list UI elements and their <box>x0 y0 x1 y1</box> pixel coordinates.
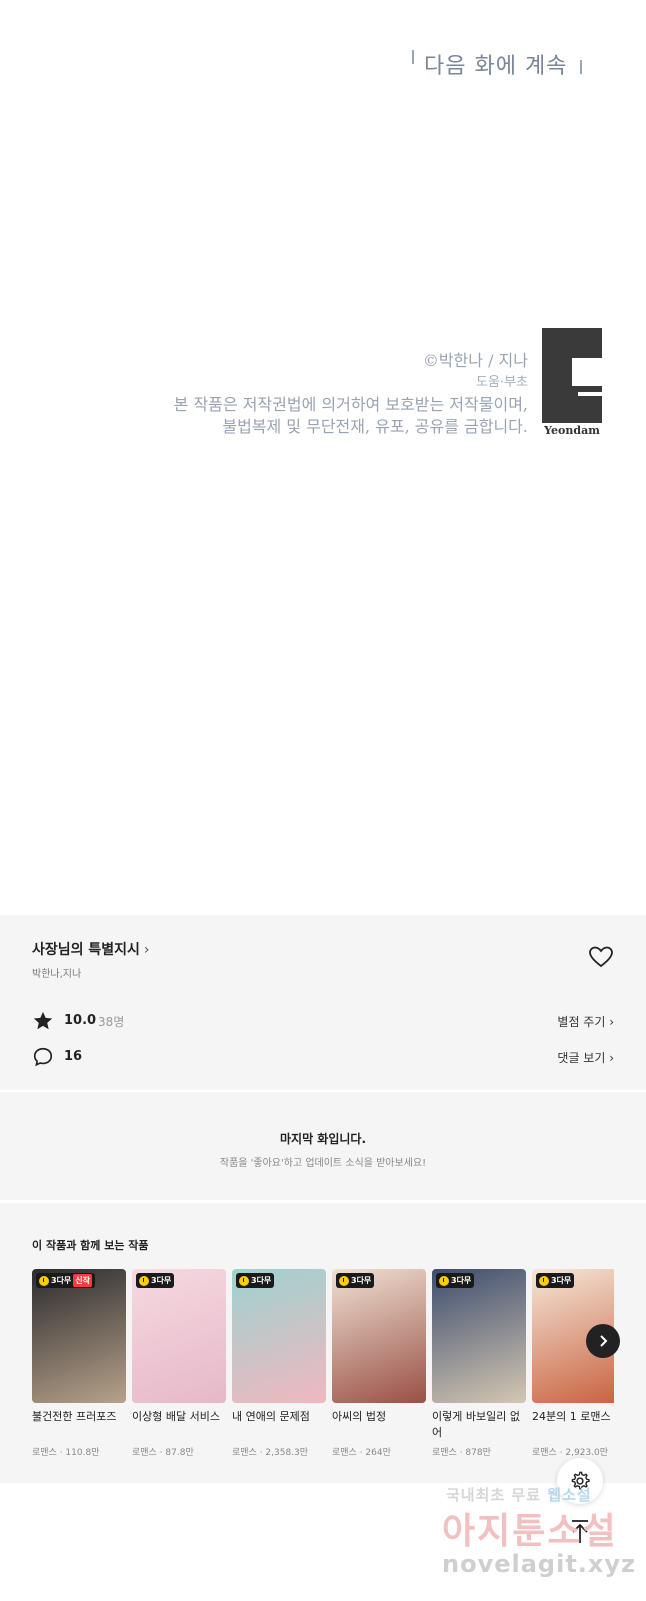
last-episode-notice: 마지막 화입니다. 작품을 '좋아요'하고 업데이트 소식을 받아보세요! <box>0 1092 646 1200</box>
comment-count: 16 <box>64 1049 83 1064</box>
notice-line-2: 불법복제 및 무단전재, 유포, 공유를 금합니다. <box>222 417 528 436</box>
chevron-right-icon <box>600 1335 608 1347</box>
card-title: 24분의 1 로맨스 <box>532 1410 611 1423</box>
free-badge: 3다무 <box>536 1273 575 1288</box>
next-episode-text: 다음 화에 계속 <box>424 54 568 79</box>
watermark-line-3: novelagit.xyz <box>442 1550 637 1578</box>
rating-row: 10.0 38명 별점 주기 › <box>32 1010 614 1034</box>
card-meta: 로맨스 · 110.8만 <box>32 1448 100 1458</box>
work-title-link[interactable]: 사장님의 특별지시 › <box>32 939 150 959</box>
card-thumbnail[interactable]: 3다무 신작 <box>32 1269 126 1403</box>
clock-icon <box>39 1275 49 1286</box>
clock-icon <box>239 1275 249 1286</box>
badge-text: 3다무 <box>51 1276 72 1285</box>
last-episode-title: 마지막 화입니다. <box>279 1132 367 1146</box>
carousel-next-button[interactable] <box>586 1324 620 1358</box>
card-title: 이상형 배달 서비스 <box>132 1410 220 1423</box>
free-badge: 3다무 <box>436 1273 475 1288</box>
free-badge: 3다무 <box>336 1273 375 1288</box>
card-thumbnail[interactable]: 3다무 <box>432 1269 526 1403</box>
card-thumbnail[interactable]: 3다무 <box>132 1269 226 1403</box>
last-episode-subtitle: 작품을 '좋아요'하고 업데이트 소식을 받아보세요! <box>219 1158 427 1169</box>
card-title: 아씨의 법정 <box>332 1410 387 1423</box>
caption-bar-right <box>580 60 582 74</box>
assist-line: 도움·부초 <box>476 375 528 390</box>
heart-icon[interactable] <box>588 945 614 969</box>
work-author: 박한나,지나 <box>32 969 82 980</box>
publisher-logo: Yeondam <box>542 328 602 440</box>
to-be-continued-caption: 다음 화에 계속 <box>404 46 594 86</box>
cover-art <box>332 1269 426 1403</box>
new-badge: 신작 <box>73 1274 93 1287</box>
card-thumbnail[interactable]: 3다무 <box>232 1269 326 1403</box>
card-meta: 로맨스 · 878만 <box>432 1448 491 1458</box>
cover-art <box>432 1269 526 1403</box>
clock-icon <box>339 1275 349 1286</box>
cover-art <box>32 1269 126 1403</box>
badge-text: 3다무 <box>551 1276 572 1285</box>
badge-text: 3다무 <box>251 1276 272 1285</box>
card-title: 이렇게 바보일리 없어 <box>432 1410 520 1439</box>
badge-text: 3다무 <box>151 1276 172 1285</box>
notice-line-1: 본 작품은 저작권법에 의거하여 보호받는 저작물이며, <box>173 395 528 414</box>
publisher-logo-text: Yeondam <box>544 424 600 437</box>
caption-bar-left <box>412 50 414 64</box>
watermark-line-2: 아지툰소설 <box>442 1511 618 1552</box>
clock-icon <box>539 1275 549 1286</box>
badge-text: 3다무 <box>351 1276 372 1285</box>
card-title: 내 연애의 문제점 <box>232 1410 310 1423</box>
comment-icon <box>33 1047 53 1067</box>
card-meta: 로맨스 · 264만 <box>332 1448 391 1458</box>
free-badge: 3다무 <box>136 1273 175 1288</box>
copyright-line: ©박한나 / 지나 <box>422 351 528 370</box>
card-title: 불건전한 프러포즈 <box>32 1410 117 1423</box>
card-meta: 로맨스 · 2,358.3만 <box>232 1448 309 1458</box>
star-icon <box>33 1011 53 1030</box>
clock-icon <box>439 1275 449 1286</box>
free-badge: 3다무 <box>236 1273 275 1288</box>
rating-value: 10.0 <box>64 1013 97 1028</box>
work-title: 사장님의 특별지시 <box>32 942 140 958</box>
chevron-right-icon: › <box>143 942 150 958</box>
card-meta: 로맨스 · 2,923.0만 <box>532 1448 609 1458</box>
recommendations-title: 이 작품과 함께 보는 작품 <box>32 1239 149 1252</box>
clock-icon <box>139 1275 149 1286</box>
logo-notch <box>572 358 602 386</box>
rating-count: 38명 <box>98 1015 125 1029</box>
free-badge: 3다무 신작 <box>36 1273 96 1288</box>
site-watermark: 국내최초 무료 웹소설 아지툰소설 novelagit.xyz <box>442 1484 642 1594</box>
logo-stripe <box>578 392 602 396</box>
copyright-notice: ©박한나 / 지나 도움·부초 본 작품은 저작권법에 의거하여 보호받는 저작… <box>174 350 528 438</box>
comment-row: 16 댓글 보기 › <box>32 1046 614 1070</box>
card-thumbnail[interactable]: 3다무 <box>332 1269 426 1403</box>
cover-art <box>132 1269 226 1403</box>
recommendation-carousel: 3다무 신작 불건전한 프러포즈 로맨스 · 110.8만 3다무 이상형 배달 … <box>32 1269 614 1469</box>
card-meta: 로맨스 · 87.8만 <box>132 1448 194 1458</box>
rate-button[interactable]: 별점 주기 › <box>557 1013 614 1030</box>
cover-art <box>232 1269 326 1403</box>
view-comments-button[interactable]: 댓글 보기 › <box>557 1049 614 1066</box>
recommendations-section: 이 작품과 함께 보는 작품 3다무 신작 불건전한 프러포즈 로맨스 · 110… <box>0 1203 646 1483</box>
badge-text: 3다무 <box>451 1276 472 1285</box>
comic-panel: 다음 화에 계속 ©박한나 / 지나 도움·부초 본 작품은 저작권법에 의거하… <box>0 0 646 915</box>
work-info-panel: 사장님의 특별지시 › 박한나,지나 10.0 38명 별점 주기 › 16 댓글… <box>0 915 646 1090</box>
